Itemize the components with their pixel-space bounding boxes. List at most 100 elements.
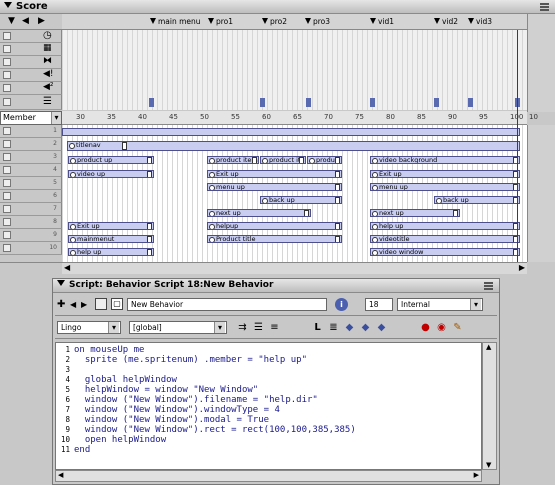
channel-2-band[interactable] — [67, 141, 520, 151]
channel-toggle-checkbox[interactable] — [3, 205, 11, 213]
next-marker-icon[interactable]: ▶ — [38, 16, 45, 26]
sprite-channel-header[interactable]: 9 — [0, 229, 62, 242]
categorized-lingo-icon[interactable]: ≣ — [327, 321, 340, 334]
sprite-channel-header[interactable]: 2 — [0, 138, 62, 151]
sprite-channel-header[interactable]: 10 — [0, 242, 62, 255]
channel-toggle-checkbox[interactable] — [3, 153, 11, 161]
code-line[interactable]: window ("New Window").rect = rect(100,10… — [74, 425, 356, 435]
palette-channel-header[interactable]: ▦ — [0, 43, 62, 56]
channel-toggle-checkbox[interactable] — [3, 140, 11, 148]
sprite-channel-header[interactable]: 1 — [0, 125, 62, 138]
scripting-xtras-icon[interactable]: ◆ — [343, 321, 356, 334]
sprite-channel-header[interactable]: 5 — [0, 177, 62, 190]
channel-toggle-checkbox[interactable] — [3, 244, 11, 252]
sprite-back-up-b[interactable]: back up — [260, 196, 342, 204]
marker-pro3[interactable]: pro3 — [305, 16, 330, 28]
code-line[interactable]: on mouseUp me — [74, 345, 144, 355]
sprite-channel-header[interactable]: 7 — [0, 203, 62, 216]
cast-member-name-field[interactable]: New Behavior — [127, 298, 327, 311]
effects-channels-grid[interactable] — [62, 30, 527, 110]
display-select[interactable]: Member ▾ — [0, 111, 62, 125]
marker-menu-icon[interactable]: ▼ — [8, 16, 15, 26]
cast-member-info-icon[interactable]: i — [335, 298, 348, 311]
channel-toggle-checkbox[interactable] — [3, 127, 11, 135]
scroll-right-icon[interactable]: ▶ — [519, 263, 525, 272]
sprite-titlenav[interactable]: titlenav — [68, 142, 128, 150]
sprite-channel-header[interactable]: 8 — [0, 216, 62, 229]
marker-vid1[interactable]: vid1 — [370, 16, 394, 28]
channel-toggle-checkbox[interactable] — [3, 231, 11, 239]
sprite-back-up-c[interactable]: back up — [434, 196, 520, 204]
sprite-product-item-3[interactable]: produc — [307, 156, 342, 164]
sound2-channel-header[interactable]: ◀² — [0, 82, 62, 95]
editor-vertical-scrollbar[interactable]: ▲ ▼ — [482, 342, 497, 470]
recompile-icon[interactable]: ✎ — [451, 321, 464, 334]
next-cast-member-icon[interactable]: ▶ — [81, 300, 87, 309]
sprite-product-item[interactable]: product item — [207, 156, 259, 164]
scroll-left-icon[interactable]: ◀ — [58, 471, 63, 479]
sprite-video-background[interactable]: video background — [370, 156, 520, 164]
sprite-help-up-c[interactable]: help up — [370, 222, 520, 230]
sprite-menu-up-b[interactable]: menu up — [207, 183, 342, 191]
channel-1-band[interactable] — [62, 128, 520, 136]
code-line[interactable]: helpWindow = window "New Window" — [74, 385, 258, 395]
sprite-video-window[interactable]: video window — [370, 248, 520, 256]
scroll-up-icon[interactable]: ▲ — [486, 343, 491, 351]
code-line[interactable]: window ("New Window").windowType = 4 — [74, 405, 280, 415]
sprite-channel-header[interactable]: 4 — [0, 164, 62, 177]
script-options-icon[interactable] — [484, 282, 493, 290]
sprite-exit-up-a[interactable]: Exit up — [68, 222, 154, 230]
3d-lingo-icon[interactable]: ◆ — [359, 321, 372, 334]
sprite-next-up-c[interactable]: next up — [370, 209, 460, 217]
new-script-icon[interactable]: ✚ — [57, 299, 65, 310]
code-editor[interactable]: 1 2 3 4 5 6 7 8 9 10 11 on mouseUp me sprite (me.sp… — [55, 342, 482, 470]
toggle-breakpoint-icon[interactable]: ● — [419, 321, 432, 334]
sprite-channel-header[interactable]: 6 — [0, 190, 62, 203]
prev-marker-icon[interactable]: ◀ — [22, 16, 29, 26]
code-line[interactable]: global helpWindow — [74, 375, 177, 385]
score-horizontal-scrollbar[interactable]: ◀ ▶ — [62, 262, 527, 274]
tempo-channel-header[interactable]: ◷ — [0, 30, 62, 43]
comment-icon[interactable]: ☰ — [252, 321, 265, 334]
playhead[interactable] — [517, 30, 518, 262]
script-frame-marker[interactable] — [370, 98, 375, 107]
script-collapse-icon[interactable] — [57, 280, 65, 286]
marker-vid3[interactable]: vid3 — [468, 16, 492, 28]
sprite-exit-up-b[interactable]: Exit up — [207, 170, 342, 178]
watch-expression-icon[interactable]: ◉ — [435, 321, 448, 334]
sprite-exit-up-c[interactable]: Exit up — [370, 170, 520, 178]
channel-toggle-checkbox[interactable] — [3, 166, 11, 174]
script-frame-marker[interactable] — [434, 98, 439, 107]
code-line[interactable]: window ("New Window").filename = "help.d… — [74, 395, 318, 405]
collapse-triangle-icon[interactable] — [4, 2, 12, 8]
code-line[interactable]: window ("New Window").modal = True — [74, 415, 269, 425]
uncomment-icon[interactable]: ≡ — [268, 321, 281, 334]
marker-vid2[interactable]: vid2 — [434, 16, 458, 28]
script-channel-header[interactable]: ☰ — [0, 95, 62, 110]
sprite-channels-grid[interactable]: titlenav product up video up Exit up mai… — [62, 125, 527, 262]
handler-select[interactable]: [global] — [129, 321, 227, 334]
script-frame-marker[interactable] — [306, 98, 311, 107]
sprite-menu-up-c[interactable]: menu up — [370, 183, 520, 191]
score-title-bar[interactable]: Score — [0, 0, 555, 14]
frame-ruler[interactable]: 3035404550556065707580859095100 — [62, 111, 527, 125]
editor-horizontal-scrollbar[interactable]: ◀ ▶ — [55, 470, 482, 482]
scroll-left-icon[interactable]: ◀ — [64, 263, 70, 272]
transition-channel-header[interactable]: ⧓ — [0, 56, 62, 69]
scroll-right-icon[interactable]: ▶ — [474, 471, 479, 479]
code-line[interactable]: sprite (me.spritenum) .member = "help up… — [74, 355, 307, 365]
marker-pro1[interactable]: pro1 — [208, 16, 233, 28]
marker-main-menu[interactable]: main menu — [150, 16, 201, 28]
sprite-product-up[interactable]: product up — [68, 156, 154, 164]
previous-cast-member-icon[interactable]: ◀ — [70, 300, 76, 309]
channel-toggle-checkbox[interactable] — [3, 179, 11, 187]
code-line[interactable]: end — [74, 445, 90, 455]
go-to-handler-icon[interactable]: ⇉ — [236, 321, 249, 334]
script-language-select[interactable]: Lingo — [57, 321, 121, 334]
sprite-help-up-a[interactable]: help up — [68, 248, 154, 256]
script-frame-marker[interactable] — [260, 98, 265, 107]
sprite-help-up-b[interactable]: helpup — [207, 222, 342, 230]
script-frame-marker[interactable] — [149, 98, 154, 107]
sprite-mainmenu-up[interactable]: mainmenut — [68, 235, 154, 243]
marker-pro2[interactable]: pro2 — [262, 16, 287, 28]
